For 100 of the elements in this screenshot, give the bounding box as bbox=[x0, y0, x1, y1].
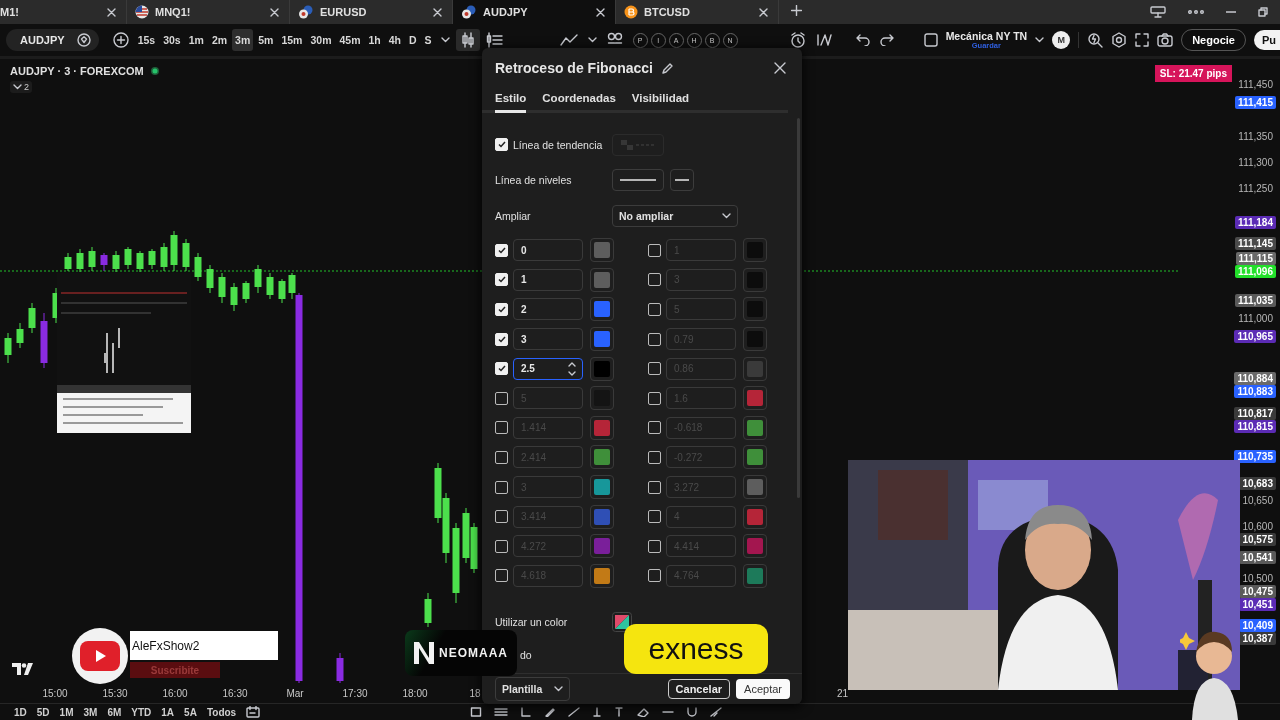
restore-icon[interactable] bbox=[1258, 7, 1268, 17]
line-width-button[interactable] bbox=[670, 169, 694, 192]
checkbox[interactable] bbox=[648, 421, 661, 435]
dialog-tab[interactable]: Visibilidad bbox=[631, 92, 690, 113]
close-icon[interactable] bbox=[596, 7, 605, 17]
color-swatch[interactable] bbox=[747, 508, 763, 525]
caret-icon[interactable] bbox=[722, 212, 731, 219]
color-swatch[interactable] bbox=[747, 271, 763, 288]
pencil-icon[interactable] bbox=[660, 61, 674, 75]
checkbox[interactable] bbox=[495, 510, 508, 524]
range-button[interactable]: 1M bbox=[59, 706, 74, 718]
square-icon[interactable] bbox=[923, 33, 938, 47]
publish-button[interactable]: Pu bbox=[1253, 30, 1280, 50]
level-field[interactable]: 0 bbox=[513, 239, 583, 262]
color-swatch[interactable] bbox=[747, 567, 763, 584]
interval-button[interactable]: 30m bbox=[307, 29, 335, 51]
line-style-button[interactable] bbox=[612, 169, 664, 192]
redo-icon[interactable] bbox=[879, 34, 894, 46]
more-icon[interactable] bbox=[1188, 10, 1204, 14]
magnet-icon[interactable] bbox=[686, 707, 699, 717]
alarm-icon[interactable] bbox=[789, 32, 806, 48]
template-dropdown[interactable]: Plantilla bbox=[495, 677, 571, 701]
checkbox[interactable] bbox=[648, 391, 661, 405]
extend-dropdown[interactable]: No ampliar bbox=[612, 204, 738, 227]
indicators-icon[interactable] bbox=[485, 32, 504, 48]
plus-icon[interactable] bbox=[791, 5, 802, 16]
line-icon[interactable] bbox=[568, 707, 581, 717]
color-swatch[interactable] bbox=[594, 449, 610, 466]
zigzag-icon[interactable] bbox=[559, 33, 578, 47]
caret-icon[interactable] bbox=[440, 37, 450, 43]
color-swatch[interactable] bbox=[747, 242, 763, 259]
range-button[interactable]: 5D bbox=[36, 706, 50, 718]
level-field[interactable]: 3 bbox=[513, 328, 583, 351]
color-swatch[interactable] bbox=[747, 449, 763, 466]
trade-button[interactable]: Negocie bbox=[1181, 29, 1246, 51]
browser-tab[interactable]: AUDJPY bbox=[453, 0, 616, 24]
interval-button[interactable]: 2m bbox=[208, 29, 231, 51]
interval-button[interactable]: 4h bbox=[385, 29, 404, 51]
browser-tab[interactable]: M1! bbox=[0, 0, 127, 24]
fullscreen-icon[interactable] bbox=[1135, 33, 1150, 47]
color-picker-swatch[interactable] bbox=[612, 612, 632, 633]
range-button[interactable]: 6M bbox=[107, 706, 122, 718]
range-button[interactable]: YTD bbox=[131, 706, 152, 718]
range-button[interactable]: 3M bbox=[83, 706, 98, 718]
color-swatch[interactable] bbox=[594, 567, 610, 584]
color-swatch[interactable] bbox=[594, 242, 610, 259]
color-swatch[interactable] bbox=[594, 331, 610, 348]
color-swatch[interactable] bbox=[747, 479, 763, 496]
avatar[interactable]: M bbox=[1052, 31, 1071, 49]
interval-button[interactable]: 1m bbox=[185, 29, 207, 51]
checkbox[interactable] bbox=[495, 480, 508, 494]
checkbox[interactable] bbox=[648, 243, 661, 257]
lightning-magnifier-icon[interactable] bbox=[1087, 32, 1104, 48]
color-swatch[interactable] bbox=[594, 271, 610, 288]
cancel-button[interactable]: Cancelar bbox=[667, 679, 731, 699]
checkbox[interactable] bbox=[648, 569, 661, 583]
interval-button[interactable]: D bbox=[406, 29, 420, 51]
lines-icon[interactable] bbox=[494, 707, 509, 717]
symbol-search[interactable]: AUDJPY bbox=[6, 29, 99, 51]
checkbox[interactable] bbox=[495, 421, 508, 435]
color-swatch[interactable] bbox=[747, 419, 763, 436]
range-button[interactable]: 5A bbox=[184, 706, 197, 718]
ruler-icon[interactable] bbox=[710, 707, 723, 717]
checkbox[interactable] bbox=[495, 569, 508, 583]
close-icon[interactable] bbox=[759, 7, 768, 17]
browser-tab[interactable]: MNQ1! bbox=[127, 0, 290, 24]
range-button[interactable]: Todos bbox=[206, 706, 237, 718]
caret-icon[interactable] bbox=[13, 84, 22, 90]
accept-button[interactable]: Aceptar bbox=[736, 679, 790, 699]
interval-button[interactable]: 5m bbox=[255, 29, 277, 51]
color-swatch[interactable] bbox=[594, 538, 610, 555]
eraser-icon[interactable] bbox=[636, 707, 651, 717]
caret-icon[interactable] bbox=[587, 37, 597, 43]
checkbox[interactable] bbox=[648, 273, 661, 287]
color-swatch[interactable] bbox=[594, 360, 610, 377]
indicator-toggle[interactable]: 2 bbox=[10, 81, 32, 93]
color-swatch[interactable] bbox=[594, 508, 610, 525]
interval-button[interactable]: S bbox=[421, 29, 435, 51]
browser-tab[interactable]: BTCUSD bbox=[616, 0, 779, 24]
checkbox[interactable] bbox=[648, 510, 661, 524]
caret-icon[interactable] bbox=[554, 686, 564, 692]
interval-button[interactable]: 15s bbox=[134, 29, 159, 51]
checkbox[interactable] bbox=[648, 539, 661, 553]
interval-button[interactable]: 1h bbox=[365, 29, 384, 51]
dialog-tab[interactable]: Estilo bbox=[495, 92, 527, 113]
dialog-tab[interactable]: Coordenadas bbox=[542, 92, 616, 113]
calendar-goto-icon[interactable] bbox=[246, 706, 261, 718]
close-icon[interactable] bbox=[433, 7, 442, 17]
checkbox[interactable] bbox=[648, 362, 661, 376]
color-swatch[interactable] bbox=[747, 538, 763, 555]
interval-button[interactable]: 30s bbox=[160, 29, 184, 51]
checkbox[interactable] bbox=[648, 450, 661, 464]
caret-icon[interactable] bbox=[1035, 37, 1045, 43]
monitor-icon[interactable] bbox=[1150, 6, 1166, 18]
square-icon[interactable] bbox=[470, 707, 483, 717]
checkbox[interactable] bbox=[648, 303, 661, 316]
undo-icon[interactable] bbox=[855, 34, 870, 46]
color-swatch[interactable] bbox=[747, 360, 763, 377]
bracket-icon[interactable] bbox=[520, 707, 533, 717]
candles-icon[interactable] bbox=[459, 32, 476, 48]
